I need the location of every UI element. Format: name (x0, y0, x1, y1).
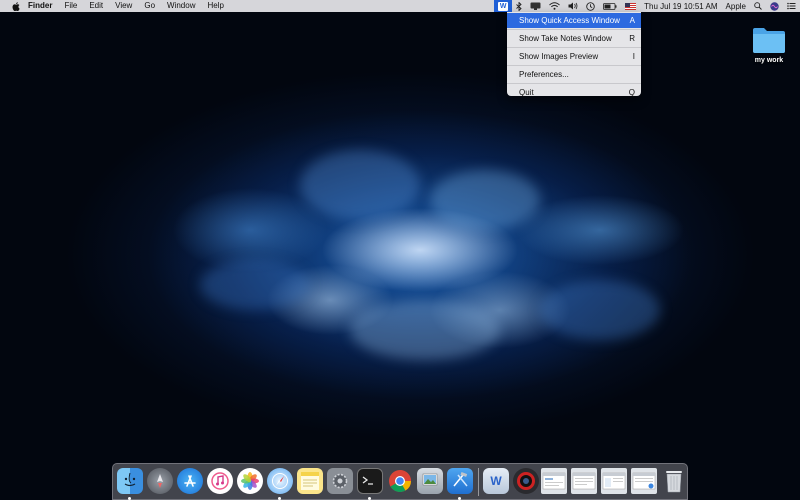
us-flag-input-icon[interactable] (621, 0, 640, 12)
menu-item-shortcut: A (629, 16, 635, 25)
menu-item-shortcut: R (629, 34, 635, 43)
menu-view[interactable]: View (109, 0, 138, 12)
window-1-icon[interactable] (541, 468, 567, 494)
chrome-icon[interactable] (387, 468, 413, 494)
wifi-icon[interactable] (545, 0, 564, 12)
menu-file[interactable]: File (58, 0, 83, 12)
desktop-wallpaper (0, 0, 800, 500)
menu-help[interactable]: Help (201, 0, 229, 12)
volume-icon[interactable] (564, 0, 582, 12)
spotlight-search-icon[interactable] (750, 0, 766, 12)
menu-item-show-take-notes-window[interactable]: Show Take Notes Window R (507, 31, 641, 46)
menu-item-label: Show Quick Access Window (519, 16, 620, 25)
menu-separator (507, 29, 641, 30)
launchpad-icon[interactable] (147, 468, 173, 494)
notification-center-icon[interactable] (783, 0, 800, 12)
folder-icon (753, 28, 785, 53)
siri-icon[interactable] (766, 0, 783, 12)
menu-item-show-quick-access-window[interactable]: Show Quick Access Window A (507, 13, 641, 28)
itunes-icon[interactable] (207, 468, 233, 494)
menu-bar: Finder File Edit View Go Window Help W T… (0, 0, 800, 12)
menubar-clock[interactable]: Thu Jul 19 10:51 AM (640, 0, 721, 12)
menu-window[interactable]: Window (161, 0, 201, 12)
status-item-dropdown-menu: Show Quick Access Window A Show Take Not… (507, 12, 641, 97)
dock-separator (478, 468, 479, 496)
app-store-icon[interactable] (177, 468, 203, 494)
trash-icon[interactable] (661, 468, 687, 494)
menubar-user[interactable]: Apple (722, 0, 750, 12)
menu-item-preferences[interactable]: Preferences... (507, 67, 641, 82)
xcode-icon[interactable] (447, 468, 473, 494)
window-4-icon[interactable] (631, 468, 657, 494)
writing-app-icon[interactable]: W (483, 468, 509, 494)
window-2-icon[interactable] (571, 468, 597, 494)
menu-edit[interactable]: Edit (83, 0, 109, 12)
menu-separator (507, 65, 641, 66)
menu-separator (507, 47, 641, 48)
safari-icon[interactable] (267, 468, 293, 494)
menu-finder[interactable]: Finder (22, 0, 58, 12)
menu-item-label: Quit (519, 88, 534, 97)
menu-item-label: Show Images Preview (519, 52, 599, 61)
menu-item-show-images-preview[interactable]: Show Images Preview I (507, 49, 641, 64)
display-icon[interactable] (526, 0, 545, 12)
battery-icon[interactable] (599, 0, 621, 12)
dock: W (112, 463, 688, 500)
menu-item-quit[interactable]: Quit Q (507, 85, 641, 100)
window-3-icon[interactable] (601, 468, 627, 494)
time-machine-icon[interactable] (582, 0, 599, 12)
notes-icon[interactable] (297, 468, 323, 494)
writing-app-badge-icon: W (498, 1, 509, 11)
photos-icon[interactable] (237, 468, 263, 494)
menu-separator (507, 83, 641, 84)
desktop-folder-my-work[interactable]: my work (744, 26, 794, 64)
menu-item-label: Preferences... (519, 70, 569, 79)
w-letter-icon: W (490, 474, 502, 488)
bluetooth-icon[interactable] (512, 0, 526, 12)
folder-label: my work (754, 57, 784, 64)
menu-item-shortcut: Q (628, 88, 635, 97)
preview-icon[interactable] (417, 468, 443, 494)
menu-go[interactable]: Go (138, 0, 161, 12)
writing-app-status-item[interactable]: W (494, 0, 513, 12)
photo-booth-icon[interactable] (513, 468, 539, 494)
finder-icon[interactable] (117, 468, 143, 494)
menu-item-label: Show Take Notes Window (519, 34, 612, 43)
status-area: W Thu Jul 19 10:51 AM Apple (494, 0, 800, 12)
apple-menu-icon[interactable] (10, 1, 22, 11)
terminal-icon[interactable] (357, 468, 383, 494)
system-preferences-icon[interactable] (327, 468, 353, 494)
menu-item-shortcut: I (632, 52, 635, 61)
